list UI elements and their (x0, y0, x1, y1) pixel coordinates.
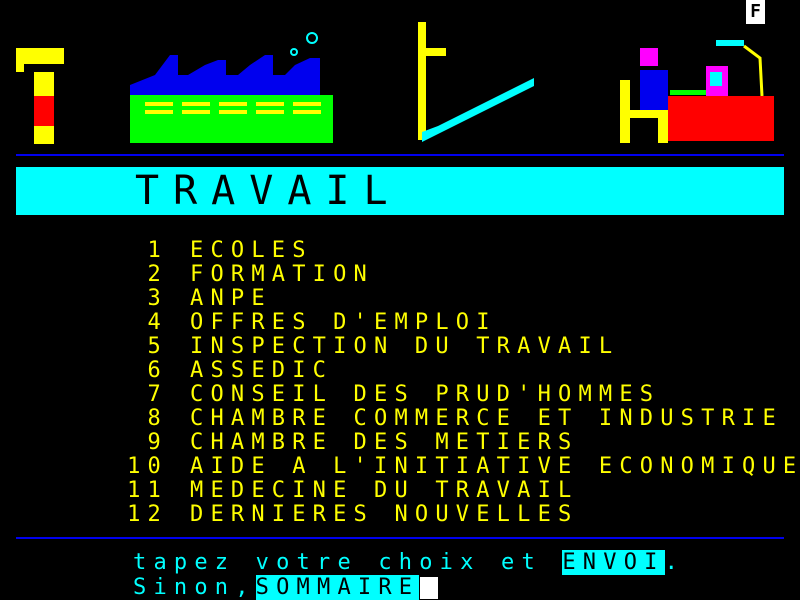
prompt-line-1: tapez votre choix et ENVOI. (133, 550, 686, 575)
menu-item-label: ECOLES (190, 238, 313, 263)
page-title: TRAVAIL (135, 168, 402, 214)
prompt-line-2: Sinon,SOMMAIRE. (133, 575, 440, 600)
menu-item-number: 11 (127, 478, 168, 503)
prompt-text-2: Sinon, (133, 575, 256, 600)
menu-item-label: OFFRES D'EMPLOI (190, 310, 497, 335)
menu-item-label: CONSEIL DES PRUD'HOMMES (190, 382, 661, 407)
menu-item[interactable]: 6 ASSEDIC (110, 359, 333, 383)
menu-item-label: DERNIERES NOUVELLES (190, 502, 579, 527)
menu-item-label: CHAMBRE DES METIERS (190, 430, 579, 455)
office-worker-icon (620, 40, 780, 145)
prompt-text: tapez votre choix et (133, 550, 563, 575)
divider-top (16, 154, 784, 156)
menu-item[interactable]: 11 MEDECINE DU TRAVAIL (110, 479, 578, 503)
envoi-key[interactable]: ENVOI (562, 550, 665, 575)
menu-item[interactable]: 10 AIDE A L'INITIATIVE ECONOMIQUE (110, 455, 800, 479)
divider-bottom (16, 537, 784, 539)
menu-item-number: 10 (127, 454, 168, 479)
menu-item-number: 12 (127, 502, 168, 527)
menu-item-number: 3 (147, 286, 168, 311)
text-cursor[interactable] (420, 577, 438, 599)
menu-item[interactable]: 8 CHAMBRE COMMERCE ET INDUSTRIE (110, 407, 783, 431)
menu-item[interactable]: 9 CHAMBRE DES METIERS (110, 431, 578, 455)
menu-item-label: AIDE A L'INITIATIVE ECONOMIQUE (190, 454, 800, 479)
stairs-icon (418, 22, 538, 147)
prompt-period: . (664, 550, 686, 575)
menu-item-label: INSPECTION DU TRAVAIL (190, 334, 620, 359)
menu-item-number: 1 (147, 238, 168, 263)
menu-item[interactable]: 1 ECOLES (110, 239, 313, 263)
menu-item[interactable]: 2 FORMATION (110, 263, 374, 287)
menu-item-label: ASSEDIC (190, 358, 334, 383)
menu-item-label: CHAMBRE COMMERCE ET INDUSTRIE (190, 406, 783, 431)
menu-item-number: 8 (147, 406, 168, 431)
factory-icon (130, 30, 340, 145)
menu-item-number: 4 (147, 310, 168, 335)
menu-item-number: 7 (147, 382, 168, 407)
menu-item-number: 5 (147, 334, 168, 359)
menu-item-label: ANPE (190, 286, 272, 311)
menu-item[interactable]: 3 ANPE (110, 287, 272, 311)
crane-icon (16, 48, 64, 148)
menu-item[interactable]: 4 OFFRES D'EMPLOI (110, 311, 497, 335)
menu-item[interactable]: 12 DERNIERES NOUVELLES (110, 503, 578, 527)
menu-item-label: FORMATION (190, 262, 375, 287)
sommaire-key[interactable]: SOMMAIRE (255, 575, 420, 600)
menu-item[interactable]: 7 CONSEIL DES PRUD'HOMMES (110, 383, 660, 407)
menu-item[interactable]: 5 INSPECTION DU TRAVAIL (110, 335, 619, 359)
header-illustrations (0, 0, 800, 150)
menu-item-label: MEDECINE DU TRAVAIL (190, 478, 579, 503)
menu-item-number: 6 (147, 358, 168, 383)
menu-item-number: 2 (147, 262, 168, 287)
menu-item-number: 9 (147, 430, 168, 455)
